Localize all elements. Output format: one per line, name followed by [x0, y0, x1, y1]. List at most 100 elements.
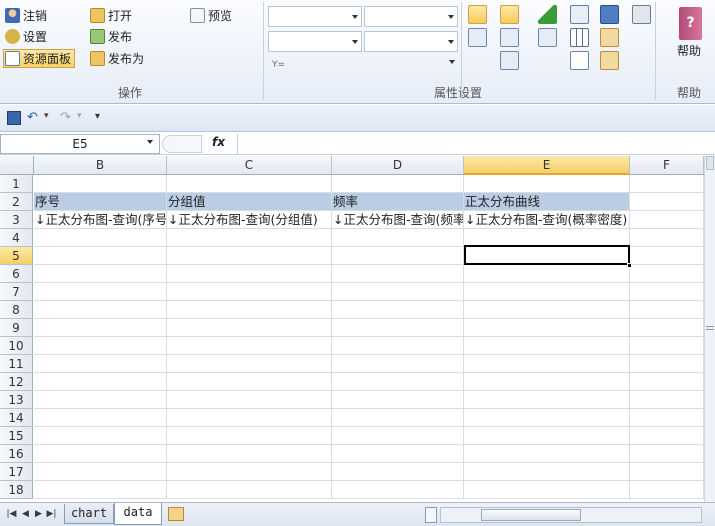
cell[interactable] [332, 409, 464, 427]
cell[interactable] [332, 283, 464, 301]
cell[interactable] [167, 283, 332, 301]
layout-icon[interactable] [538, 28, 557, 47]
cell[interactable] [332, 427, 464, 445]
chevron-down-icon[interactable]: ▾ [44, 111, 49, 121]
property-combo-5[interactable] [364, 52, 458, 73]
name-box[interactable]: E5 [0, 134, 160, 154]
cell[interactable] [34, 463, 167, 481]
property-combo-3[interactable] [268, 31, 362, 52]
arrange-dropdown-icon[interactable] [600, 28, 619, 47]
column-header-c[interactable]: C [167, 156, 332, 175]
cell[interactable] [464, 319, 630, 337]
header-cell[interactable]: 序号 [34, 193, 167, 211]
tab-split-handle[interactable] [425, 507, 437, 523]
cell[interactable] [332, 175, 464, 193]
cell[interactable] [34, 319, 167, 337]
cell[interactable] [34, 337, 167, 355]
help-book-icon[interactable]: ? [679, 7, 702, 40]
cell[interactable] [34, 409, 167, 427]
cell[interactable] [167, 247, 332, 265]
cell[interactable] [332, 391, 464, 409]
row-header-4[interactable]: 4 [0, 229, 33, 247]
cell[interactable] [464, 373, 630, 391]
cell[interactable] [464, 229, 630, 247]
chart-dropdown-icon[interactable] [600, 51, 619, 70]
row-header-1[interactable]: 1 [0, 175, 33, 193]
data-cell[interactable]: ↓正太分布图-查询(分组值) [167, 211, 332, 229]
cell[interactable] [630, 301, 704, 319]
header-cell[interactable]: 分组值 [167, 193, 332, 211]
data-cell[interactable]: ↓正太分布图-查询(频率) [332, 211, 464, 229]
prev-sheet-button[interactable]: ◀ [20, 508, 31, 521]
logout-button[interactable]: 注销 [5, 6, 47, 25]
cell[interactable] [167, 463, 332, 481]
publish-as-button[interactable]: 发布为 [90, 49, 144, 68]
header-cell[interactable]: 频率 [332, 193, 464, 211]
property-combo-2[interactable] [364, 6, 458, 27]
cell[interactable] [332, 373, 464, 391]
cell[interactable] [464, 265, 630, 283]
first-sheet-button[interactable]: |◀ [6, 508, 17, 521]
cell[interactable] [167, 445, 332, 463]
row-header-12[interactable]: 12 [0, 373, 33, 391]
row-header-10[interactable]: 10 [0, 337, 33, 355]
cell[interactable] [630, 373, 704, 391]
cell[interactable] [34, 301, 167, 319]
cell[interactable] [332, 337, 464, 355]
resource-panel-button[interactable]: 资源面板 [3, 49, 76, 68]
cell[interactable] [332, 301, 464, 319]
column-header-d[interactable]: D [332, 156, 464, 175]
column-header-e[interactable]: E [464, 156, 630, 175]
cell[interactable] [630, 193, 704, 211]
cell[interactable] [630, 337, 704, 355]
merge-cells-icon[interactable] [500, 5, 519, 24]
save-icon[interactable] [7, 111, 21, 125]
publish-button[interactable]: 发布 [90, 27, 132, 46]
row-header-7[interactable]: 7 [0, 283, 33, 301]
sheet-tab-chart[interactable]: chart [64, 504, 114, 524]
property-combo-1[interactable] [268, 6, 362, 27]
cell[interactable] [464, 247, 630, 265]
select-all-corner[interactable] [0, 156, 34, 175]
cell[interactable] [34, 373, 167, 391]
cell[interactable] [464, 301, 630, 319]
cell[interactable] [630, 391, 704, 409]
cell[interactable] [167, 373, 332, 391]
cell[interactable] [34, 355, 167, 373]
cell[interactable] [630, 463, 704, 481]
cell[interactable] [167, 229, 332, 247]
cell[interactable] [167, 319, 332, 337]
row-header-8[interactable]: 8 [0, 301, 33, 319]
cell[interactable] [167, 301, 332, 319]
cell[interactable] [167, 409, 332, 427]
align-dropdown-icon[interactable] [500, 28, 519, 47]
cell[interactable] [34, 247, 167, 265]
row-header-3[interactable]: 3 [0, 211, 33, 229]
row-header-14[interactable]: 14 [0, 409, 33, 427]
cell[interactable] [464, 427, 630, 445]
preview-button[interactable]: 预览 [190, 6, 232, 25]
cell-format-icon[interactable] [468, 28, 487, 47]
column-header-f[interactable]: F [630, 156, 704, 175]
cell[interactable] [630, 229, 704, 247]
formula-input[interactable] [237, 134, 715, 154]
cell[interactable] [167, 337, 332, 355]
row-header-16[interactable]: 16 [0, 445, 33, 463]
cell-style-icon[interactable] [570, 5, 589, 24]
cell[interactable] [167, 355, 332, 373]
cell[interactable] [34, 175, 167, 193]
data-cell[interactable]: ↓正太分布图-查询(序号) [34, 211, 167, 229]
cell[interactable] [464, 445, 630, 463]
settings-button[interactable]: 设置 [5, 27, 47, 46]
cell[interactable] [332, 355, 464, 373]
data-cell[interactable]: ↓正太分布图-查询(概率密度) [464, 211, 630, 229]
scroll-thumb[interactable] [481, 509, 581, 521]
filter-icon[interactable]: Y= [272, 60, 285, 70]
cell[interactable] [464, 175, 630, 193]
insert-sheet-icon[interactable] [168, 507, 184, 521]
vertical-scrollbar[interactable] [704, 156, 715, 502]
row-header-2[interactable]: 2 [0, 193, 33, 211]
cell[interactable] [34, 481, 167, 499]
cell[interactable] [464, 481, 630, 499]
cell[interactable] [630, 265, 704, 283]
